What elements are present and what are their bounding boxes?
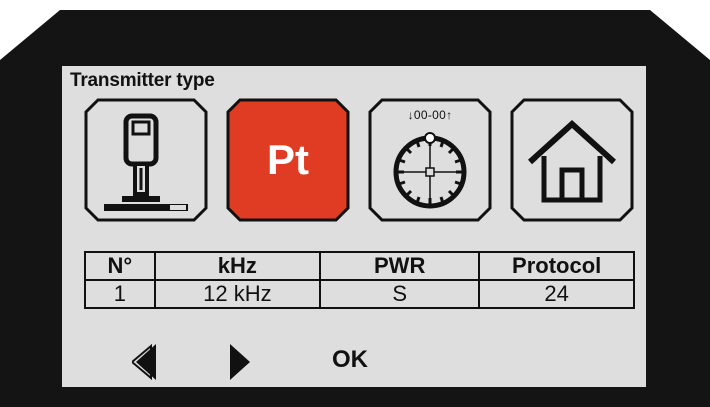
prev-button[interactable] (130, 343, 162, 381)
double-chevron-left-icon (130, 343, 156, 381)
column-header-pwr: PWR (318, 251, 481, 281)
tile-pt-transmitter[interactable]: Pt (226, 98, 350, 222)
cell-protocol: 24 (478, 279, 635, 309)
column-header-protocol: Protocol (478, 251, 635, 281)
walkover-receiver-icon (84, 98, 208, 222)
transmitter-info-table: N° kHz PWR Protocol 1 12 kHz S 24 (84, 251, 635, 309)
tile-walkover-receiver[interactable] (84, 98, 208, 222)
table-header-row: N° kHz PWR Protocol (84, 251, 635, 281)
cell-pwr: S (318, 279, 481, 309)
column-header-khz: kHz (153, 251, 321, 281)
tile-home[interactable] (510, 98, 634, 222)
cell-khz: 12 kHz (153, 279, 321, 309)
page-title: Transmitter type (70, 70, 215, 91)
ok-button[interactable]: OK (332, 346, 368, 374)
pitch-scale-label: ↓00-00↑ (407, 108, 453, 122)
column-header-number: N° (84, 251, 156, 281)
home-icon (510, 98, 634, 222)
play-right-icon (230, 344, 250, 380)
cell-number: 1 (84, 279, 156, 309)
next-button[interactable] (228, 344, 252, 380)
tile-pitch-dial[interactable]: ↓00-00↑ (368, 98, 492, 222)
tile-pt-label: Pt (267, 136, 309, 183)
table-row: 1 12 kHz S 24 (84, 279, 635, 309)
display-screen: Transmitter type Pt ↓00-00↑ N° kHz PWR P… (62, 66, 646, 387)
